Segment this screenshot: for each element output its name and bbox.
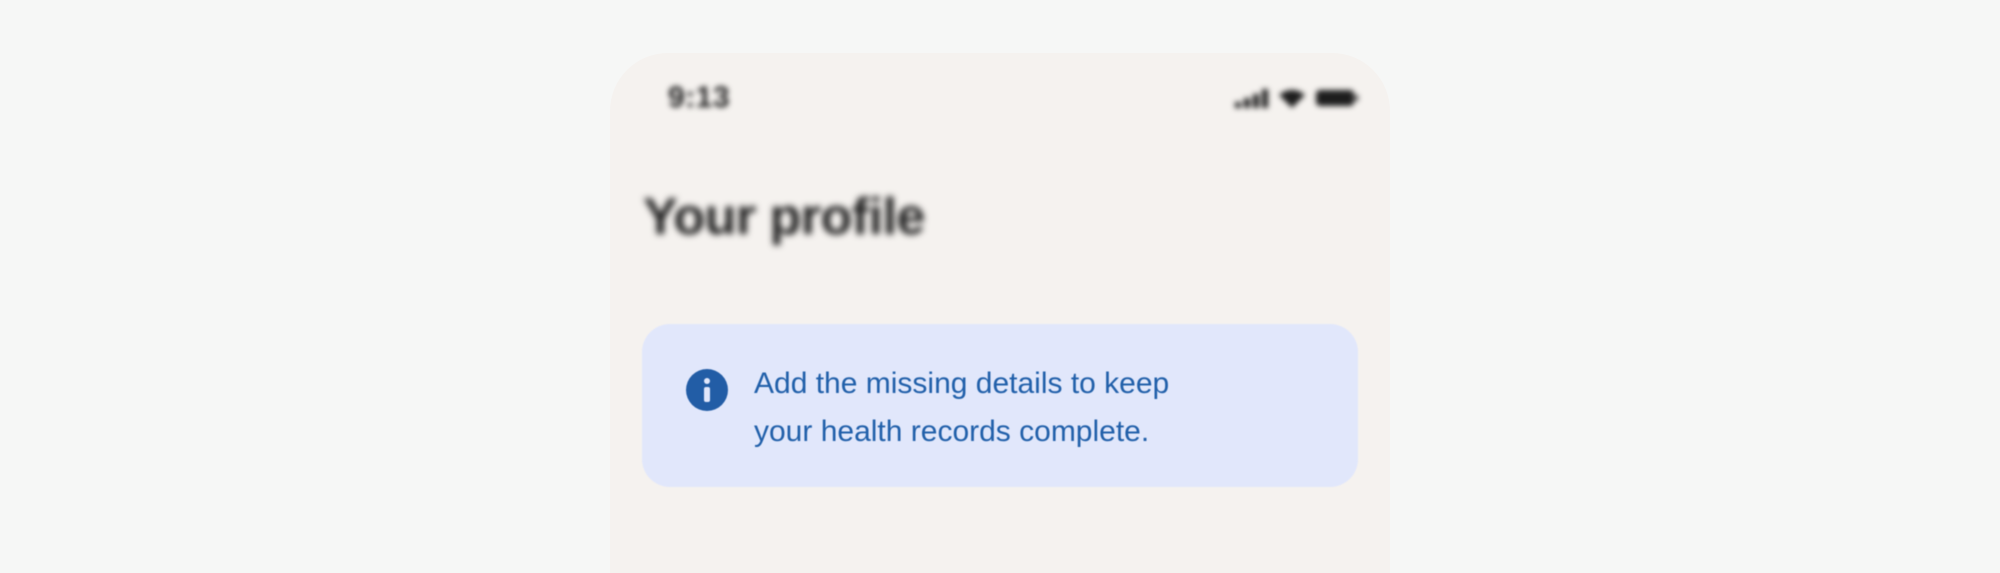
info-banner-line-2: your health records complete. [754,415,1150,448]
wifi-icon [1278,87,1306,109]
status-icons [1235,87,1358,109]
status-time: 9:13 [668,81,731,114]
info-banner-line-1: Add the missing details to keep [754,367,1170,400]
cellular-signal-icon [1235,88,1268,108]
page-title: Your profile [643,188,925,246]
status-bar: 9:13 [610,53,1390,143]
battery-icon [1316,88,1358,108]
info-banner-text: Add the missing details to keep your hea… [754,360,1274,456]
info-icon [686,369,728,411]
info-banner: Add the missing details to keep your hea… [642,324,1358,487]
phone-screen: 9:13 Your profile Add the missing detail… [610,53,1390,573]
